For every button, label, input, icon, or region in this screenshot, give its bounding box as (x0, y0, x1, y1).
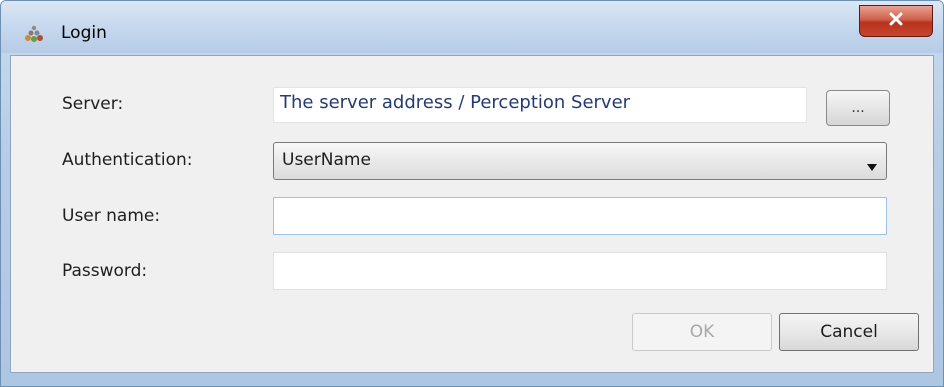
authentication-selected-value: UserName (282, 150, 371, 170)
ok-button[interactable]: OK (632, 313, 772, 351)
cancel-button[interactable]: Cancel (779, 313, 919, 351)
window-title: Login (61, 23, 107, 43)
login-dialog: Login Server: The server address / Perce… (0, 0, 944, 387)
server-field[interactable]: The server address / Perception Server (273, 87, 807, 123)
close-icon (888, 11, 904, 31)
title-bar[interactable]: Login (1, 1, 943, 53)
dialog-content: Server: The server address / Perception … (10, 55, 934, 373)
browse-server-button[interactable]: ... (826, 90, 890, 126)
username-label: User name: (62, 206, 161, 226)
close-button[interactable] (859, 5, 933, 37)
authentication-select[interactable]: UserName (273, 142, 887, 180)
authentication-label: Authentication: (62, 150, 193, 170)
password-label: Password: (62, 261, 148, 281)
username-input[interactable] (273, 197, 887, 235)
login-app-icon (23, 23, 45, 45)
dropdown-arrow-icon (866, 157, 878, 171)
server-label: Server: (62, 94, 124, 114)
password-input[interactable] (273, 252, 887, 290)
